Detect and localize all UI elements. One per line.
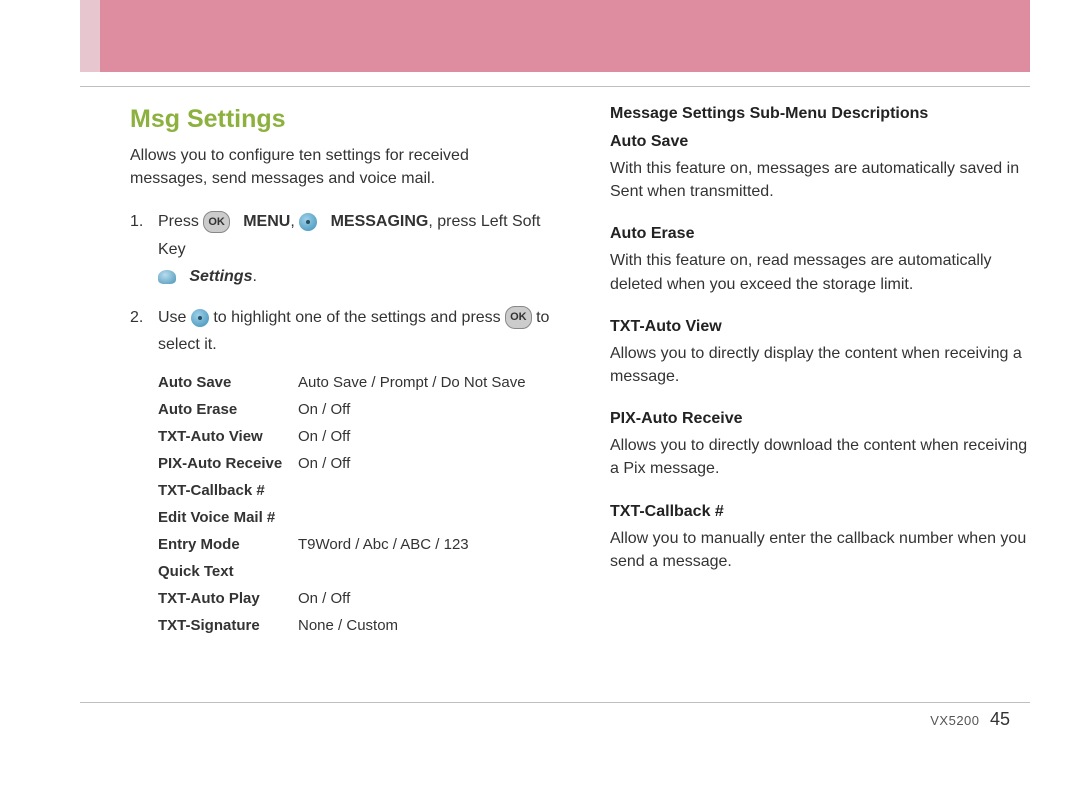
settings-row: TXT-Auto Play On / Off [158,590,550,607]
nav-key-icon [299,213,317,231]
settings-row: Edit Voice Mail # [158,509,550,526]
settings-label: TXT-Signature [158,617,298,634]
settings-row: PIX-Auto Receive On / Off [158,455,550,472]
page-footer: VX5200 45 [50,709,1010,730]
step-body: Press OK MENU, MESSAGING, press Left Sof… [158,208,550,290]
right-column: Message Settings Sub-Menu Descriptions A… [610,105,1030,644]
settings-value: T9Word / Abc / ABC / 123 [298,536,550,553]
section-title: Msg Settings [130,105,550,134]
settings-value [298,509,550,526]
ok-key-icon: OK [505,306,532,329]
desc-text: Allows you to directly download the cont… [610,434,1030,480]
rule-bottom [80,702,1030,703]
text: to highlight one of the settings and pre… [213,309,505,326]
messaging-label: MESSAGING [331,213,429,230]
left-column: Msg Settings Allows you to configure ten… [130,105,550,644]
settings-label: PIX-Auto Receive [158,455,298,472]
settings-label: TXT-Auto View [158,428,298,445]
desc-text: Allows you to directly display the conte… [610,342,1030,388]
step-2: 2. Use to highlight one of the settings … [130,304,550,358]
step-number: 1. [130,208,158,290]
step-body: Use to highlight one of the settings and… [158,304,550,358]
desc-title: TXT-Auto View [610,318,1030,336]
settings-label: Auto Save [158,374,298,391]
desc-block: TXT-Callback # Allow you to manually ent… [610,503,1030,573]
ok-key-icon: OK [203,211,230,234]
settings-label: TXT-Auto Play [158,590,298,607]
menu-label: MENU [243,213,290,230]
page-number: 45 [990,709,1010,729]
desc-text: Allow you to manually enter the callback… [610,527,1030,573]
nav-key-icon [191,309,209,327]
desc-title: PIX-Auto Receive [610,410,1030,428]
settings-table: Auto Save Auto Save / Prompt / Do Not Sa… [158,374,550,634]
desc-text: With this feature on, read messages are … [610,249,1030,295]
text: Press [158,213,203,230]
settings-label: TXT-Callback # [158,482,298,499]
soft-key-icon [158,270,176,284]
step-number: 2. [130,304,158,358]
settings-value: On / Off [298,401,550,418]
settings-value: Auto Save / Prompt / Do Not Save [298,374,550,391]
settings-row: Auto Save Auto Save / Prompt / Do Not Sa… [158,374,550,391]
desc-title: Auto Erase [610,225,1030,243]
desc-text: With this feature on, messages are autom… [610,157,1030,203]
step-1: 1. Press OK MENU, MESSAGING, press Left … [130,208,550,290]
settings-label: Edit Voice Mail # [158,509,298,526]
settings-value: On / Off [298,428,550,445]
desc-block: PIX-Auto Receive Allows you to directly … [610,410,1030,480]
settings-row: Entry Mode T9Word / Abc / ABC / 123 [158,536,550,553]
settings-value: On / Off [298,590,550,607]
text: . [252,268,256,285]
settings-label: Quick Text [158,563,298,580]
settings-value: None / Custom [298,617,550,634]
settings-row: TXT-Callback # [158,482,550,499]
sub-heading: Message Settings Sub-Menu Descriptions [610,105,1030,123]
settings-value [298,482,550,499]
settings-value: On / Off [298,455,550,472]
settings-row: TXT-Auto View On / Off [158,428,550,445]
desc-block: Auto Erase With this feature on, read me… [610,225,1030,295]
settings-label: Entry Mode [158,536,298,553]
settings-label: Auto Erase [158,401,298,418]
settings-label: Settings [189,268,252,285]
model-number: VX5200 [930,713,979,728]
desc-block: TXT-Auto View Allows you to directly dis… [610,318,1030,388]
header-banner [80,0,1030,72]
settings-row: Quick Text [158,563,550,580]
intro-text: Allows you to configure ten settings for… [130,144,550,190]
settings-row: TXT-Signature None / Custom [158,617,550,634]
rule-top [80,86,1030,87]
text: , [290,213,299,230]
settings-value [298,563,550,580]
desc-title: Auto Save [610,133,1030,151]
desc-title: TXT-Callback # [610,503,1030,521]
steps-list: 1. Press OK MENU, MESSAGING, press Left … [130,208,550,358]
text: Use [158,309,191,326]
desc-block: Auto Save With this feature on, messages… [610,133,1030,203]
settings-row: Auto Erase On / Off [158,401,550,418]
